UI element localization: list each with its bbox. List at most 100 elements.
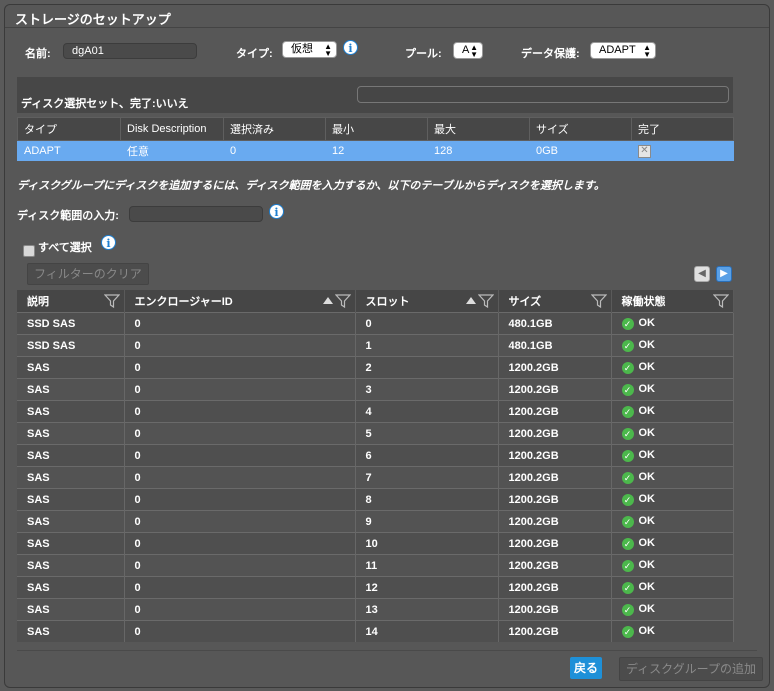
disk-set-search-input[interactable] <box>357 86 729 103</box>
health-label: OK <box>638 317 656 330</box>
disk-row[interactable]: SAS 0 8 1200.2GB ✓ OK <box>17 488 734 511</box>
cell-disk-size: 1200.2GB <box>498 444 612 467</box>
cell-disk-size: 1200.2GB <box>498 576 612 599</box>
cell-description: SAS <box>17 466 125 489</box>
ok-check-icon: ✓ <box>621 581 634 594</box>
health-label: OK <box>638 559 656 572</box>
select-all-info-icon[interactable]: i <box>101 235 116 250</box>
cell-slot: 9 <box>355 510 499 533</box>
disk-row[interactable]: SSD SAS 0 1 480.1GB ✓ OK <box>17 334 734 357</box>
cell-enclosure-id: 0 <box>124 554 356 577</box>
back-button[interactable]: 戻る <box>570 657 603 679</box>
arrow-right-icon: ▶ <box>720 268 728 279</box>
cell-description: SSD SAS <box>17 312 125 335</box>
select-all-checkbox[interactable] <box>23 245 35 257</box>
health-label: OK <box>638 339 656 352</box>
disk-row[interactable]: SAS 0 6 1200.2GB ✓ OK <box>17 444 734 467</box>
health-label: OK <box>638 515 656 528</box>
filter-icon[interactable] <box>103 294 120 308</box>
col-health-label: 稼働状態 <box>621 296 666 308</box>
col-enclosure-id-label: エンクロージャーID <box>134 296 233 308</box>
cell-slot: 5 <box>355 422 499 445</box>
disk-set-row[interactable]: ADAPT 任意 0 12 128 0GB ✕ <box>17 140 734 161</box>
cell-slot: 14 <box>355 620 499 642</box>
clear-filter-button[interactable]: フィルターのクリア <box>27 263 149 285</box>
type-info-icon[interactable]: i <box>343 40 358 55</box>
prev-page-button[interactable]: ◀ <box>694 266 710 282</box>
disk-set-table: タイプ Disk Description 選択済み 最小 最大 サイズ 完了 A… <box>17 117 734 161</box>
cell-enclosure-id: 0 <box>124 356 356 379</box>
range-input[interactable] <box>129 206 263 222</box>
filter-icon[interactable] <box>590 294 607 308</box>
cell-enclosure-id: 0 <box>124 576 356 599</box>
disk-table-header-row: 説明 エンクロージャーID スロット サイズ 稼働状態 <box>17 290 734 313</box>
cell-disk-size: 1200.2GB <box>498 422 612 445</box>
filter-icon[interactable] <box>334 294 351 308</box>
cell-enclosure-id: 0 <box>124 334 356 357</box>
cell-enclosure-id: 0 <box>124 488 356 511</box>
cell-type: ADAPT <box>17 140 121 161</box>
pool-select-value: A <box>462 44 470 56</box>
health-label: OK <box>638 383 656 396</box>
col-enclosure-id[interactable]: エンクロージャーID <box>124 290 356 313</box>
add-disk-group-button[interactable]: ディスクグループの追加 <box>619 657 763 681</box>
col-health[interactable]: 稼働状態 <box>611 290 734 313</box>
col-slot[interactable]: スロット <box>355 290 499 313</box>
cell-slot: 4 <box>355 400 499 423</box>
protection-select-value: ADAPT <box>599 44 636 56</box>
cell-health: ✓ OK <box>611 312 734 335</box>
disk-row[interactable]: SAS 0 13 1200.2GB ✓ OK <box>17 598 734 621</box>
ok-check-icon: ✓ <box>621 383 634 396</box>
disk-row[interactable]: SAS 0 4 1200.2GB ✓ OK <box>17 400 734 423</box>
health-label: OK <box>638 405 656 418</box>
pool-select[interactable]: A ▲ ▼ <box>453 42 483 59</box>
cell-enclosure-id: 0 <box>124 466 356 489</box>
cell-slot: 12 <box>355 576 499 599</box>
protection-select[interactable]: ADAPT ▲ ▼ <box>590 42 656 59</box>
disk-table-body: SSD SAS 0 0 480.1GB ✓ OK SSD SAS 0 1 480.1GB ✓ OK SA… <box>17 312 734 642</box>
col-disk-size-label: サイズ <box>508 296 542 308</box>
cell-health: ✓ OK <box>611 422 734 445</box>
cell-description: SAS <box>17 532 125 555</box>
cell-description: SAS <box>17 576 125 599</box>
disk-row[interactable]: SAS 0 3 1200.2GB ✓ OK <box>17 378 734 401</box>
cell-disk-size: 1200.2GB <box>498 510 612 533</box>
storage-setup-dialog: ストレージのセットアップ 名前: dgA01 タイプ: 仮想 ▲ ▼ i プール:… <box>4 4 770 688</box>
cell-health: ✓ OK <box>611 378 734 401</box>
cell-disk-size: 1200.2GB <box>498 620 612 642</box>
disk-row[interactable]: SAS 0 2 1200.2GB ✓ OK <box>17 356 734 379</box>
disk-row[interactable]: SSD SAS 0 0 480.1GB ✓ OK <box>17 312 734 335</box>
cell-min: 12 <box>325 140 428 161</box>
type-select[interactable]: 仮想 ▲ ▼ <box>282 41 337 58</box>
filter-icon[interactable] <box>712 294 729 308</box>
range-info-icon[interactable]: i <box>269 204 284 219</box>
ok-check-icon: ✓ <box>621 361 634 374</box>
cell-slot: 6 <box>355 444 499 467</box>
cell-size: 0GB <box>529 140 632 161</box>
cell-enclosure-id: 0 <box>124 620 356 642</box>
disk-set-status: ディスク選択セット、完了:いいえ <box>21 98 189 110</box>
disk-row[interactable]: SAS 0 7 1200.2GB ✓ OK <box>17 466 734 489</box>
disk-row[interactable]: SAS 0 10 1200.2GB ✓ OK <box>17 532 734 555</box>
disk-row[interactable]: SAS 0 11 1200.2GB ✓ OK <box>17 554 734 577</box>
sort-ascending-icon <box>465 297 476 304</box>
sort-ascending-icon <box>322 297 333 304</box>
ok-check-icon: ✓ <box>621 427 634 440</box>
health-label: OK <box>638 537 656 550</box>
health-label: OK <box>638 427 656 440</box>
col-disk-description: Disk Description <box>120 117 224 141</box>
next-page-button[interactable]: ▶ <box>716 266 732 282</box>
filter-icon[interactable] <box>477 294 494 308</box>
cell-slot: 10 <box>355 532 499 555</box>
disk-row[interactable]: SAS 0 14 1200.2GB ✓ OK <box>17 620 734 642</box>
col-complete: 完了 <box>631 117 734 141</box>
disk-row[interactable]: SAS 0 9 1200.2GB ✓ OK <box>17 510 734 533</box>
disk-row[interactable]: SAS 0 5 1200.2GB ✓ OK <box>17 422 734 445</box>
title-divider <box>5 27 769 28</box>
cell-health: ✓ OK <box>611 444 734 467</box>
col-description[interactable]: 説明 <box>17 290 125 313</box>
name-input[interactable]: dgA01 <box>63 43 197 59</box>
disk-row[interactable]: SAS 0 12 1200.2GB ✓ OK <box>17 576 734 599</box>
col-disk-size[interactable]: サイズ <box>498 290 612 313</box>
select-arrows-icon: ▲ ▼ <box>643 43 651 59</box>
